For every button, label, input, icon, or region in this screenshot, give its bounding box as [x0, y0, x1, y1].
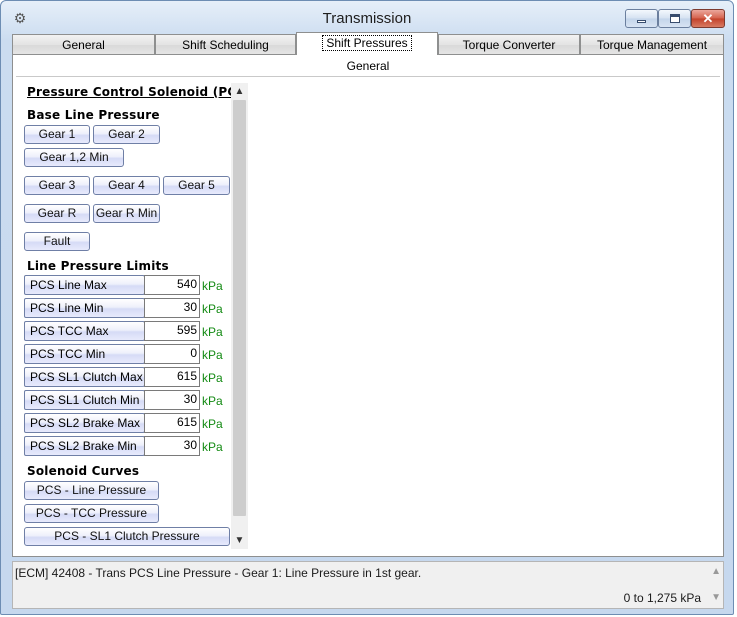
- transmission-window: ⚙ Transmission ✕ General Shift Schedulin…: [0, 0, 734, 615]
- pcs-sl1-clutch-min-label[interactable]: PCS SL1 Clutch Min: [24, 390, 145, 410]
- window-title: Transmission: [322, 10, 412, 27]
- gear-2-button[interactable]: Gear 2: [93, 125, 160, 144]
- pcs-sl2-brake-max-label[interactable]: PCS SL2 Brake Max: [24, 413, 145, 433]
- unit-label: kPa: [202, 417, 223, 431]
- minimize-icon: [637, 20, 646, 23]
- tab-torque-converter[interactable]: Torque Converter: [438, 34, 580, 55]
- gear-4-button[interactable]: Gear 4: [93, 176, 160, 195]
- tab-bar: General Shift Scheduling Shift Pressures…: [12, 32, 724, 55]
- scroll-thumb[interactable]: [233, 100, 246, 516]
- unit-label: kPa: [202, 348, 223, 362]
- panel-header: Pressure Control Solenoid (PCS: [27, 85, 237, 99]
- close-button[interactable]: ✕: [691, 9, 725, 28]
- minimize-button[interactable]: [625, 9, 658, 28]
- pcs-sl1-clutch-pressure-button[interactable]: PCS - SL1 Clutch Pressure: [24, 527, 230, 546]
- tab-shift-pressures[interactable]: Shift Pressures: [296, 32, 438, 55]
- pcs-line-min-input[interactable]: 30: [144, 298, 200, 318]
- pcs-sl2-brake-min-label[interactable]: PCS SL2 Brake Min: [24, 436, 145, 456]
- maximize-icon: [669, 14, 680, 23]
- unit-label: kPa: [202, 279, 223, 293]
- pcs-line-pressure-button[interactable]: PCS - Line Pressure: [24, 481, 159, 500]
- unit-label: kPa: [202, 325, 223, 339]
- pcs-line-min-label[interactable]: PCS Line Min: [24, 298, 145, 318]
- tab-shift-scheduling[interactable]: Shift Scheduling: [155, 34, 296, 55]
- status-bar: [ECM] 42408 - Trans PCS Line Pressure - …: [12, 561, 724, 609]
- gear-1-button[interactable]: Gear 1: [24, 125, 90, 144]
- unit-label: kPa: [202, 394, 223, 408]
- tab-general[interactable]: General: [12, 34, 155, 55]
- pcs-tcc-pressure-button[interactable]: PCS - TCC Pressure: [24, 504, 159, 523]
- divider: [16, 76, 720, 77]
- status-scroll-up-icon[interactable]: ▲: [711, 566, 721, 577]
- line-pressure-limits-title: Line Pressure Limits: [27, 259, 169, 273]
- pcs-sl1-clutch-min-input[interactable]: 30: [144, 390, 200, 410]
- pcs-sl2-brake-max-input[interactable]: 615: [144, 413, 200, 433]
- gear-r-min-button[interactable]: Gear R Min: [93, 204, 160, 223]
- base-line-pressure-title: Base Line Pressure: [27, 108, 160, 122]
- settings-panel: Pressure Control Solenoid (PCS Base Line…: [21, 83, 247, 549]
- pcs-sl1-clutch-max-input[interactable]: 615: [144, 367, 200, 387]
- pcs-tcc-max-label[interactable]: PCS TCC Max: [24, 321, 145, 341]
- tab-content: General Pressure Control Solenoid (PCS B…: [12, 54, 724, 557]
- unit-label: kPa: [202, 302, 223, 316]
- status-message: [ECM] 42408 - Trans PCS Line Pressure - …: [15, 566, 422, 580]
- unit-label: kPa: [202, 440, 223, 454]
- title-bar[interactable]: ⚙ Transmission ✕: [1, 1, 733, 33]
- scroll-up-icon[interactable]: ▲: [231, 83, 248, 100]
- unit-label: kPa: [202, 371, 223, 385]
- gear-1-2-min-button[interactable]: Gear 1,2 Min: [24, 148, 124, 167]
- maximize-button[interactable]: [658, 9, 691, 28]
- scroll-down-icon[interactable]: ▼: [231, 532, 248, 549]
- pcs-sl2-brake-min-input[interactable]: 30: [144, 436, 200, 456]
- status-range: 0 to 1,275 kPa: [623, 591, 701, 605]
- pcs-tcc-min-label[interactable]: PCS TCC Min: [24, 344, 145, 364]
- tab-torque-management[interactable]: Torque Management: [580, 34, 724, 55]
- subtab-general[interactable]: General: [13, 59, 723, 73]
- pcs-line-max-input[interactable]: 540: [144, 275, 200, 295]
- pcs-line-max-label[interactable]: PCS Line Max: [24, 275, 145, 295]
- gear-3-button[interactable]: Gear 3: [24, 176, 90, 195]
- fault-button[interactable]: Fault: [24, 232, 90, 251]
- pcs-tcc-min-input[interactable]: 0: [144, 344, 200, 364]
- pcs-sl1-clutch-max-label[interactable]: PCS SL1 Clutch Max: [24, 367, 145, 387]
- solenoid-curves-title: Solenoid Curves: [27, 464, 140, 478]
- gear-5-button[interactable]: Gear 5: [163, 176, 230, 195]
- gear-r-button[interactable]: Gear R: [24, 204, 90, 223]
- pcs-tcc-max-input[interactable]: 595: [144, 321, 200, 341]
- close-icon: ✕: [702, 10, 714, 26]
- panel-scrollbar[interactable]: ▲ ▼: [231, 83, 248, 549]
- status-scroll-down-icon[interactable]: ▼: [711, 592, 721, 603]
